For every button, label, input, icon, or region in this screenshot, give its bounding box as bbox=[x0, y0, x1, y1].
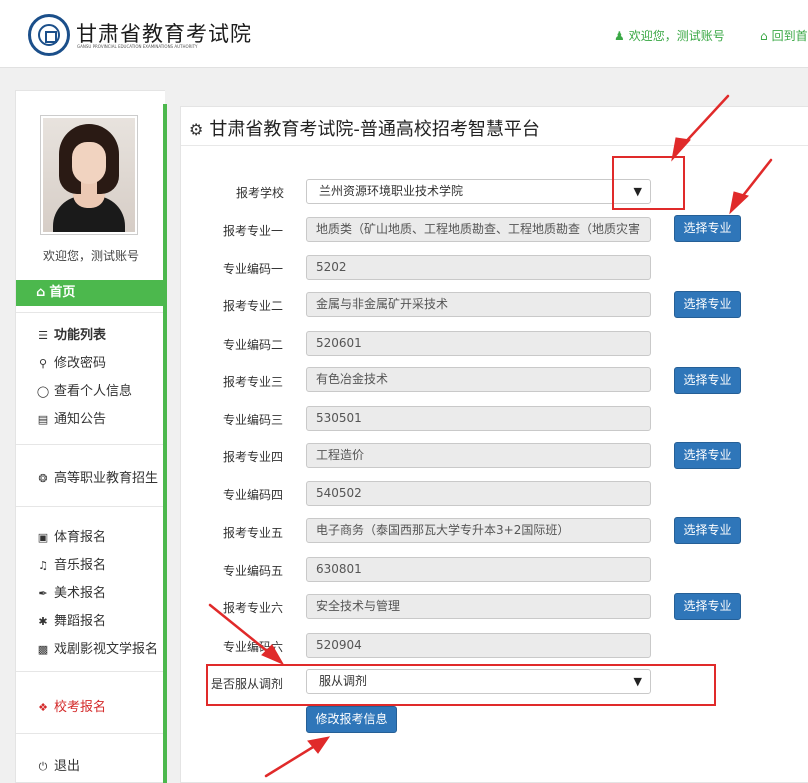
arrow-to-adjust bbox=[208, 603, 274, 657]
arrow-head-submit bbox=[307, 736, 331, 754]
arrow-head-adjust bbox=[261, 644, 285, 666]
arrow-to-submit bbox=[264, 742, 320, 778]
annotation-arrows bbox=[208, 94, 773, 778]
arrow-head-dropdown bbox=[671, 137, 691, 162]
arrow-head-pick bbox=[729, 191, 749, 215]
